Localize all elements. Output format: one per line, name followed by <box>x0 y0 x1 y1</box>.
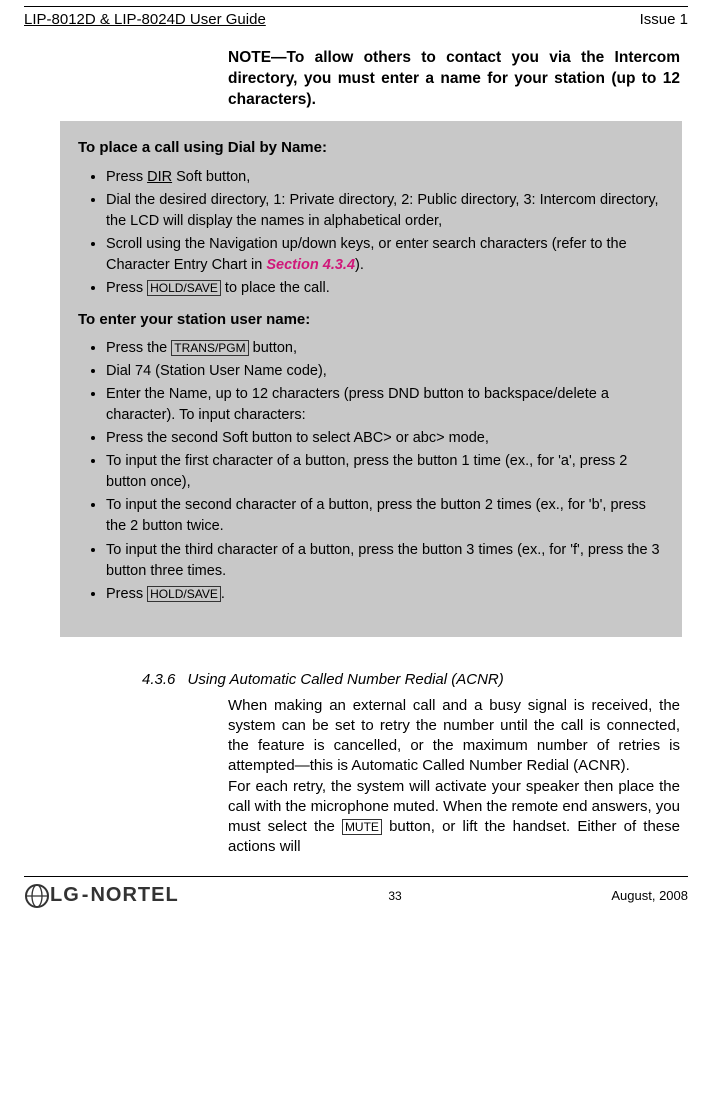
text: Soft button, <box>172 169 250 185</box>
globe-icon <box>24 883 50 909</box>
text: . <box>221 586 225 602</box>
logo-dash: - <box>82 884 89 907</box>
dir-softbutton: DIR <box>147 169 172 185</box>
text: Scroll using the Navigation up/down keys… <box>106 236 627 273</box>
text: Press the <box>106 340 171 356</box>
box-heading-2: To enter your station user name: <box>78 309 664 331</box>
holdsave-key: HOLD/SAVE <box>147 280 221 296</box>
transpgm-key: TRANS/PGM <box>171 340 248 356</box>
list-item: Press the TRANS/PGM button, <box>106 338 664 359</box>
text: button, <box>249 340 297 356</box>
text: Press <box>106 169 147 185</box>
holdsave-key: HOLD/SAVE <box>147 586 221 602</box>
list-item: Press DIR Soft button, <box>106 167 664 188</box>
list-item: Press the second Soft button to select A… <box>106 428 664 449</box>
text: Press <box>106 280 147 296</box>
list-item: To input the first character of a button… <box>106 451 664 493</box>
body-paragraph-1: When making an external call and a busy … <box>228 696 680 777</box>
list-item: To input the second character of a butto… <box>106 495 664 537</box>
list-item: Enter the Name, up to 12 characters (pre… <box>106 384 664 426</box>
instruction-box: To place a call using Dial by Name: Pres… <box>60 121 682 637</box>
box-list-1: Press DIR Soft button, Dial the desired … <box>106 167 664 299</box>
list-item: Scroll using the Navigation up/down keys… <box>106 234 664 276</box>
text: ). <box>355 257 364 273</box>
section-number: 4.3.6 <box>142 671 175 688</box>
page-number: 33 <box>179 889 612 903</box>
list-item: Press HOLD/SAVE to place the call. <box>106 278 664 299</box>
footer-date: August, 2008 <box>611 888 688 903</box>
text: Press <box>106 586 147 602</box>
page-header: LIP-8012D & LIP-8024D User Guide Issue 1 <box>0 11 712 28</box>
box-list-2: Press the TRANS/PGM button, Dial 74 (Sta… <box>106 338 664 604</box>
logo-lg-text: LG <box>50 884 80 907</box>
text: to place the call. <box>221 280 330 296</box>
document-page: LIP-8012D & LIP-8024D User Guide Issue 1… <box>0 6 712 919</box>
lg-nortel-logo: LG-NORTEL <box>24 883 179 909</box>
page-footer: LG-NORTEL 33 August, 2008 <box>0 877 712 919</box>
note-paragraph: NOTE—To allow others to contact you via … <box>228 48 680 111</box>
header-guide-title: LIP-8012D & LIP-8024D User Guide <box>24 11 266 28</box>
header-issue: Issue 1 <box>640 11 688 28</box>
list-item: Dial 74 (Station User Name code), <box>106 361 664 382</box>
section-title: Using Automatic Called Number Redial (AC… <box>188 671 504 688</box>
subsection-heading: 4.3.6 Using Automatic Called Number Redi… <box>142 671 680 688</box>
body-paragraph-2: For each retry, the system will activate… <box>228 777 680 858</box>
box-heading-1: To place a call using Dial by Name: <box>78 137 664 159</box>
list-item: To input the third character of a button… <box>106 540 664 582</box>
header-rule <box>24 6 688 7</box>
logo-nortel-text: NORTEL <box>90 884 178 907</box>
section-ref-link: Section 4.3.4 <box>266 257 355 273</box>
mute-key: MUTE <box>342 819 382 835</box>
list-item: Press HOLD/SAVE. <box>106 584 664 605</box>
list-item: Dial the desired directory, 1: Private d… <box>106 190 664 232</box>
